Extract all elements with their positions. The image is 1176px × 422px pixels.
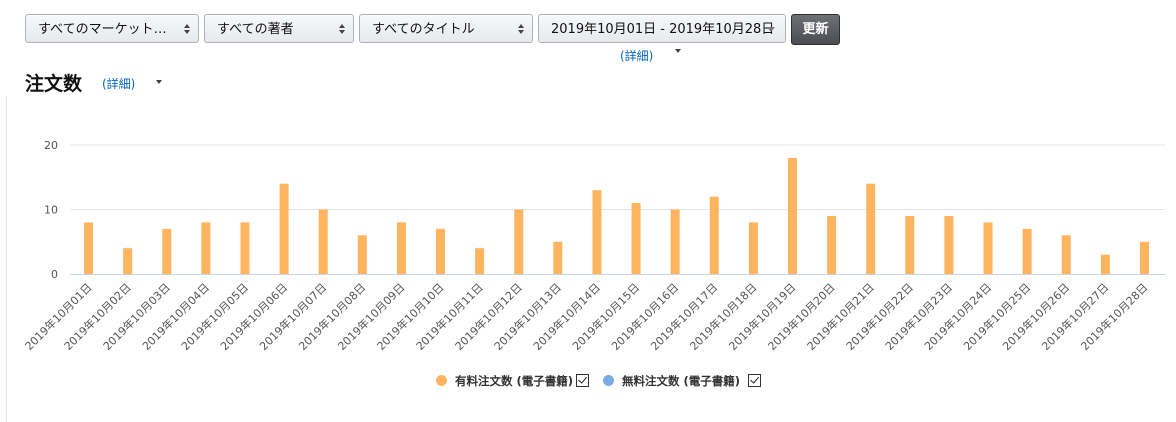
x-tick-label: 2019年10月03日 [100, 280, 173, 353]
x-tick-label: 2019年10月23日 [882, 280, 955, 353]
bar-paid [631, 203, 641, 274]
author-select-value: すべての著者 [217, 22, 294, 37]
content-left-border [6, 96, 7, 422]
title-select-value: すべてのタイトル [372, 22, 475, 37]
x-tick-label: 2019年10月09日 [335, 280, 408, 353]
x-tick-label: 2019年10月18日 [687, 280, 760, 353]
select-arrows-icon [518, 22, 525, 36]
x-tick-label: 2019年10月14日 [530, 280, 603, 353]
chart-legend: 有料注文数 (電子書籍) 無料注文数 (電子書籍) [436, 373, 771, 389]
date-details-link[interactable]: (詳細) [620, 47, 653, 64]
x-tick-label: 2019年10月28日 [1078, 280, 1151, 353]
free-series-checkbox[interactable] [748, 374, 762, 387]
x-tick-label: 2019年10月22日 [843, 280, 916, 353]
chart-bars [84, 157, 1149, 274]
bar-paid [1061, 235, 1071, 274]
bar-paid [709, 196, 719, 274]
x-tick-label: 2019年10月05日 [178, 280, 251, 353]
x-tick-label: 2019年10月12日 [452, 280, 525, 353]
bar-paid [357, 235, 367, 274]
x-tick-label: 2019年10月24日 [921, 280, 994, 353]
x-tick-label: 2019年10月07日 [256, 280, 329, 353]
x-axis-ticks: 2019年10月01日2019年10月02日2019年10月03日2019年10… [22, 280, 1151, 353]
x-tick-label: 2019年10月01日 [22, 280, 95, 353]
x-tick-label: 2019年10月17日 [648, 280, 721, 353]
bar-paid [983, 222, 993, 274]
x-tick-label: 2019年10月04日 [139, 280, 212, 353]
x-tick-label: 2019年10月27日 [1039, 280, 1112, 353]
author-select[interactable]: すべての著者 [204, 14, 354, 43]
chart-grid [70, 144, 1165, 210]
x-tick-label: 2019年10月10日 [374, 280, 447, 353]
marketplace-select-value: すべてのマーケット… [38, 22, 167, 37]
bar-paid [944, 215, 954, 274]
x-tick-label: 2019年10月19日 [726, 280, 799, 353]
bar-paid [827, 215, 837, 274]
free-series-dot [603, 375, 615, 386]
legend-free-label: 無料注文数 (電子書籍) [622, 374, 741, 388]
bar-paid [162, 228, 172, 274]
bar-paid [279, 183, 289, 274]
x-tick-label: 2019年10月13日 [491, 280, 564, 353]
x-tick-label: 2019年10月15日 [569, 280, 642, 353]
bar-paid [123, 248, 133, 274]
y-tick-label: 0 [51, 268, 58, 281]
bar-paid [84, 222, 94, 274]
bar-paid [1022, 228, 1032, 274]
date-range-value: 2019年10月01日 - 2019年10月28日 [551, 22, 775, 37]
caret-down-icon[interactable] [156, 80, 162, 84]
bar-paid [436, 228, 446, 274]
bar-paid [592, 190, 602, 274]
bar-paid [318, 209, 328, 274]
legend-item-free[interactable]: 無料注文数 (電子書籍) [603, 373, 762, 389]
x-tick-label: 2019年10月21日 [804, 280, 877, 353]
x-tick-label: 2019年10月08日 [296, 280, 369, 353]
page-title: 注文数 [25, 73, 83, 95]
bar-paid [748, 222, 758, 274]
bar-paid [475, 248, 485, 274]
x-tick-label: 2019年10月06日 [217, 280, 290, 353]
marketplace-select[interactable]: すべてのマーケット… [25, 14, 199, 43]
bar-paid [787, 157, 797, 274]
update-button[interactable]: 更新 [791, 14, 840, 45]
date-range-select[interactable]: 2019年10月01日 - 2019年10月28日 [538, 14, 786, 43]
bar-paid [1139, 241, 1149, 274]
bar-paid [670, 209, 680, 274]
bar-paid [514, 209, 524, 274]
legend-paid-label: 有料注文数 (電子書籍) [455, 374, 574, 388]
x-tick-label: 2019年10月16日 [608, 280, 681, 353]
select-arrows-icon [339, 22, 346, 36]
caret-down-icon[interactable] [675, 49, 681, 53]
select-arrows-icon [184, 22, 191, 36]
bar-paid [396, 222, 406, 274]
chevron-down-icon [767, 27, 775, 32]
y-axis-ticks: 0 10 20 [44, 139, 58, 281]
bar-paid [553, 241, 563, 274]
x-tick-label: 2019年10月20日 [765, 280, 838, 353]
bar-paid [201, 222, 211, 274]
orders-bar-chart: 01020 2019年10月01日2019年10月02日2019年10月03日2… [22, 139, 1165, 353]
y-tick-label: 20 [44, 139, 58, 152]
paid-series-dot [436, 375, 447, 386]
x-tick-label: 2019年10月26日 [1000, 280, 1073, 353]
legend-item-paid[interactable]: 有料注文数 (電子書籍) [436, 373, 590, 389]
y-tick-label: 10 [44, 204, 58, 217]
x-tick-label: 2019年10月02日 [61, 280, 134, 353]
bar-paid [866, 183, 876, 274]
bar-paid [240, 222, 250, 274]
bar-paid [905, 215, 915, 274]
x-tick-label: 2019年10月25日 [960, 280, 1033, 353]
bar-paid [1100, 254, 1110, 274]
x-tick-label: 2019年10月11日 [413, 280, 486, 353]
title-select[interactable]: すべてのタイトル [359, 14, 533, 43]
paid-series-checkbox[interactable] [576, 374, 590, 387]
title-details-link[interactable]: (詳細) [102, 75, 135, 92]
